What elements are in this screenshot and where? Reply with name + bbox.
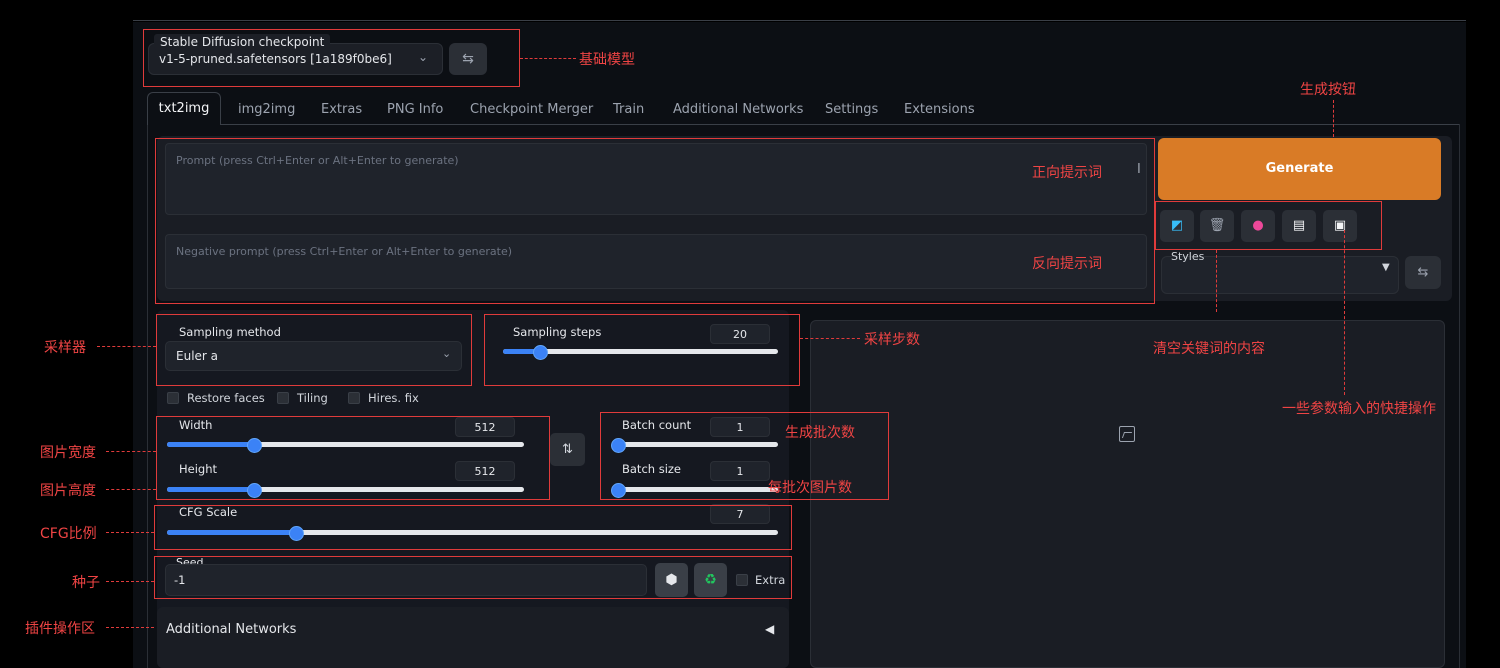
swap-dimensions-button[interactable]: ⇅: [550, 433, 585, 466]
hires-fix-label: Hires. fix: [368, 391, 419, 405]
annotation-box-seed: [154, 556, 792, 599]
image-icon: [1119, 426, 1135, 442]
leader-line: [1216, 250, 1217, 312]
refresh-icon: ⇆: [1417, 265, 1429, 280]
restore-faces-checkbox[interactable]: [167, 392, 179, 404]
leader-line: [1333, 100, 1334, 137]
generate-button[interactable]: Generate: [1158, 138, 1441, 200]
annotation-box-sampler: [156, 314, 472, 386]
annotation-box-base-model: [143, 29, 520, 87]
annotation-image-height: 图片高度: [40, 483, 96, 499]
annotation-image-width: 图片宽度: [40, 445, 96, 461]
annotation-plugins: 插件操作区: [25, 621, 95, 637]
dropdown-arrow-icon: ▼: [1382, 262, 1390, 273]
annotation-seed: 种子: [72, 575, 100, 591]
tab-img2img[interactable]: img2img: [238, 97, 295, 123]
restore-faces-label: Restore faces: [187, 391, 265, 405]
leader-line: [106, 451, 156, 452]
annotation-cfg: CFG比例: [40, 526, 97, 542]
additional-networks-label: Additional Networks: [166, 622, 297, 637]
annotation-box-prompts: [155, 138, 1155, 304]
tab-checkpoint-merger[interactable]: Checkpoint Merger: [470, 97, 593, 123]
annotation-sampler: 采样器: [44, 340, 86, 356]
hires-fix-checkbox[interactable]: [348, 392, 360, 404]
annotation-sampling-steps: 采样步数: [864, 332, 920, 348]
tiling-label: Tiling: [297, 391, 328, 405]
leader-line: [520, 58, 576, 59]
collapse-triangle-icon[interactable]: ◀: [765, 622, 774, 636]
annotation-batch-count: 生成批次数: [785, 425, 855, 441]
leader-line: [106, 627, 154, 628]
swap-icon: ⇅: [562, 442, 573, 457]
annotation-clear-content: 清空关键词的内容: [1153, 341, 1265, 357]
annotation-shortcuts: 一些参数输入的快捷操作: [1282, 401, 1436, 417]
tab-extensions[interactable]: Extensions: [904, 97, 975, 123]
annotation-positive-prompt: 正向提示词: [1032, 165, 1102, 181]
leader-line: [800, 338, 860, 339]
leader-line: [106, 489, 156, 490]
tab-extras[interactable]: Extras: [321, 97, 362, 123]
annotation-box-cfg: [154, 505, 792, 550]
tab-train[interactable]: Train: [613, 97, 644, 123]
leader-line: [106, 581, 154, 582]
annotation-box-size: [156, 416, 550, 500]
annotation-generate-button: 生成按钮: [1300, 82, 1356, 98]
top-divider: [133, 20, 1466, 21]
additional-networks-accordion[interactable]: [157, 607, 789, 668]
tab-txt2img[interactable]: txt2img: [147, 92, 221, 125]
annotation-box-steps: [484, 314, 800, 386]
annotation-batch-size: 每批次图片数: [768, 480, 852, 496]
output-gallery: [810, 320, 1445, 668]
annotation-negative-prompt: 反向提示词: [1032, 256, 1102, 272]
annotation-box-toolbar: [1155, 201, 1382, 250]
leader-line: [1344, 230, 1345, 395]
tab-png-info[interactable]: PNG Info: [387, 97, 443, 123]
styles-label: Styles: [1171, 250, 1205, 263]
tab-additional-networks[interactable]: Additional Networks: [673, 97, 803, 123]
tab-settings[interactable]: Settings: [825, 97, 878, 123]
refresh-styles-button[interactable]: ⇆: [1405, 256, 1441, 289]
leader-line: [97, 346, 156, 347]
annotation-base-model: 基础模型: [579, 52, 635, 68]
leader-line: [106, 532, 154, 533]
tiling-checkbox[interactable]: [277, 392, 289, 404]
